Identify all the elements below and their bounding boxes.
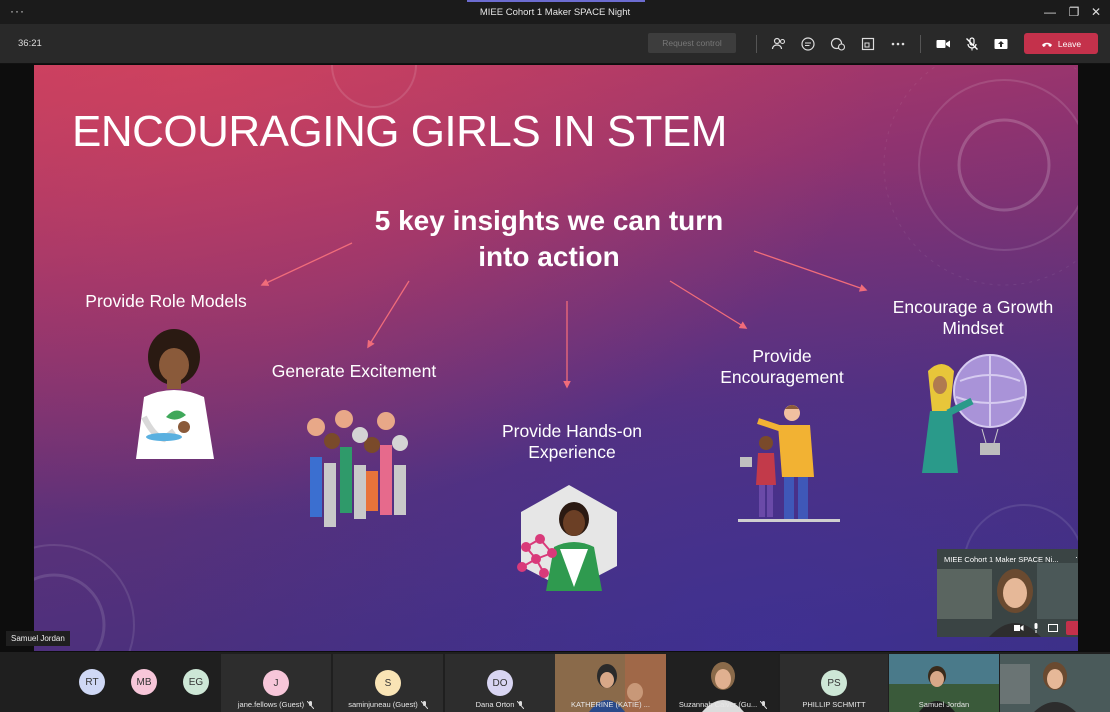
shared-content-stage: ENCOURAGING GIRLS IN STEM 5 key insights… [0, 64, 1110, 652]
raised-hands-illustration [307, 410, 408, 527]
presenter-name-tag: Samuel Jordan [6, 631, 70, 646]
insight-growth-mindset: Encourage a Growth Mindset [880, 297, 1066, 339]
more-actions-icon[interactable] [889, 35, 907, 53]
mic-muted-icon[interactable] [963, 35, 981, 53]
meeting-toolbar: 36:21 Request control Leave [0, 24, 1110, 64]
encouragement-illustration [738, 405, 840, 522]
participant-name: KATHERINE (KATIE) ... [571, 700, 650, 709]
scientist-illustration [136, 329, 214, 459]
phone-hangup-icon [1041, 42, 1052, 47]
insight-hands-on: Provide Hands-on Experience [486, 421, 658, 463]
participant-name: Samuel Jordan [918, 700, 970, 709]
chat-icon[interactable] [799, 35, 817, 53]
presentation-slide: ENCOURAGING GIRLS IN STEM 5 key insights… [34, 65, 1078, 651]
meeting-timer: 36:21 [18, 38, 42, 49]
participant-video-tile[interactable]: Suzannah Calver (Gu... [668, 654, 778, 712]
participant-avatar[interactable]: MB [131, 669, 157, 695]
preview-share-icon[interactable] [1048, 624, 1058, 632]
window-title-bar: ··· MIEE Cohort 1 Maker SPACE Night — ❐ … [0, 0, 1110, 24]
window-title: MIEE Cohort 1 Maker SPACE Night [479, 7, 631, 18]
participant-avatar[interactable]: EG [183, 669, 209, 695]
insight-generate-excitement: Generate Excitement [271, 361, 437, 381]
self-video-preview[interactable]: MIEE Cohort 1 Maker SPACE Ni... ··· [937, 549, 1078, 637]
request-control-button[interactable]: Request control [648, 33, 736, 53]
insight-role-models: Provide Role Models [85, 291, 247, 311]
participants-icon[interactable] [770, 35, 788, 53]
growth-mindset-illustration [922, 354, 1027, 473]
participant-tile[interactable]: J jane.fellows (Guest) [221, 654, 331, 712]
insight-line: Encourage a Growth [892, 297, 1054, 317]
restore-icon[interactable]: ❐ [1064, 3, 1084, 21]
insight-line: Provide [752, 346, 812, 366]
participant-strip: RT MB EG J jane.fellows (Guest) S saminj… [0, 652, 1110, 712]
toolbar-divider [920, 35, 921, 53]
participant-tile[interactable]: PS PHILLIP SCHMITT [780, 654, 888, 712]
mic-muted-icon [307, 701, 315, 709]
participant-avatar: J [263, 670, 289, 696]
preview-hangup-button[interactable] [1066, 621, 1078, 635]
participant-name: PHILLIP SCHMITT [802, 700, 866, 709]
participant-video-tile[interactable]: KATHERINE (KATIE) ... [555, 654, 666, 712]
hands-on-illustration [517, 485, 617, 591]
close-icon[interactable]: ✕ [1086, 3, 1106, 21]
insight-encouragement: Provide Encouragement [702, 346, 862, 388]
participant-name: Suzannah Calver (Gu... [678, 699, 758, 709]
share-screen-icon[interactable] [992, 35, 1010, 53]
active-accent-bar [467, 0, 645, 2]
preview-title: MIEE Cohort 1 Maker SPACE Ni... [944, 555, 1059, 564]
preview-more-icon[interactable]: ··· [1075, 552, 1078, 562]
minimize-icon[interactable]: — [1040, 3, 1060, 21]
insight-line: Experience [528, 442, 616, 462]
participant-name: saminjuneau (Guest) [348, 699, 418, 709]
participant-tile[interactable]: DO Dana Orton [445, 654, 555, 712]
preview-controls [937, 619, 1078, 637]
camera-icon[interactable] [934, 35, 952, 53]
preview-camera-icon[interactable] [1014, 624, 1024, 632]
insight-line: Encouragement [720, 367, 844, 387]
participant-name: jane.fellows (Guest) [237, 699, 305, 709]
participant-tile[interactable]: S saminjuneau (Guest) [333, 654, 443, 712]
mic-muted-icon [517, 701, 525, 709]
participant-avatar: DO [487, 670, 513, 696]
participant-video-tile[interactable]: Samuel Jordan [889, 654, 999, 712]
insight-line: Mindset [942, 318, 1004, 338]
leave-label: Leave [1057, 38, 1082, 49]
leave-button[interactable]: Leave [1024, 33, 1098, 54]
rooms-icon[interactable] [859, 35, 877, 53]
mic-muted-icon [420, 701, 428, 709]
reactions-icon[interactable] [829, 35, 847, 53]
participant-avatar: S [375, 670, 401, 696]
mic-muted-icon [760, 701, 768, 709]
insight-line: Provide Hands-on [501, 421, 643, 441]
participant-avatar: PS [821, 670, 847, 696]
participant-video-feed [1000, 654, 1110, 712]
preview-mic-icon[interactable] [1032, 623, 1040, 633]
participant-avatar[interactable]: RT [79, 669, 105, 695]
participant-name: Dana Orton [475, 699, 515, 709]
toolbar-divider [756, 35, 757, 53]
participant-video-tile[interactable] [1000, 654, 1110, 712]
